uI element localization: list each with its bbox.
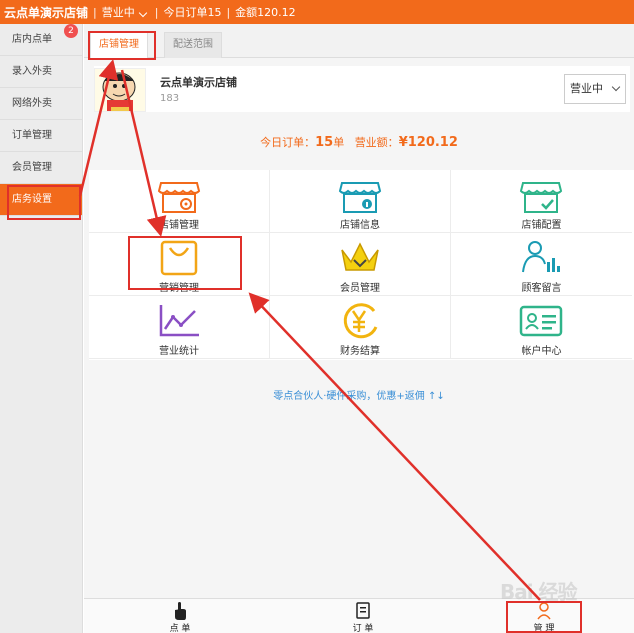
- store-avatar[interactable]: [94, 68, 146, 112]
- menu-store-config[interactable]: 店铺配置: [451, 170, 632, 233]
- menu-label: 营销管理: [159, 283, 199, 294]
- line-chart-icon: [159, 305, 199, 337]
- sidebar-item-label: 店内点单: [12, 34, 52, 45]
- menu-label: 会员管理: [340, 283, 380, 294]
- main-panel: 店铺管理 配送范围 云点单演示店铺 183 营业中 今日订单：15单 营业额：¥…: [84, 24, 634, 599]
- sidebar-item-order-management[interactable]: 订单管理: [0, 120, 82, 152]
- promo-link[interactable]: 零点合伙人·硬件采购，优惠+返佣 ↑↓: [84, 387, 634, 402]
- menu-financial-settlement[interactable]: 财务结算: [270, 296, 451, 359]
- cartoon-avatar-icon: [95, 69, 145, 111]
- top-bar: 云点单演示店铺 | 营业中 | 今日订单15 | 金额120.12: [0, 0, 634, 24]
- menu-member-management[interactable]: 会员管理: [270, 233, 451, 296]
- nav-label: 点 单: [169, 624, 191, 633]
- sidebar-item-label: 录入外卖: [12, 66, 52, 77]
- menu-label: 财务结算: [340, 346, 380, 357]
- sidebar-item-label: 订单管理: [12, 130, 52, 141]
- customer-message-icon: [522, 241, 560, 273]
- daily-summary: 今日订单：15单 营业额：¥120.12: [84, 134, 634, 150]
- sidebar-item-store-settings[interactable]: 店务设置: [0, 184, 82, 216]
- marketing-bag-icon: [160, 240, 198, 276]
- chevron-down-icon: [611, 82, 621, 92]
- notification-badge: 2: [64, 24, 78, 38]
- divider: |: [93, 5, 97, 19]
- crown-icon: [341, 242, 379, 271]
- tab-label: 店铺管理: [99, 39, 139, 50]
- orders-value: 15: [315, 135, 334, 150]
- menu-business-statistics[interactable]: 营业统计: [89, 296, 270, 359]
- business-status-toggle[interactable]: 营业中: [102, 4, 150, 20]
- menu-store-info[interactable]: 店铺信息: [270, 170, 451, 233]
- sidebar: 店内点单 2 录入外卖 网络外卖 订单管理 会员管理 店务设置: [0, 24, 83, 633]
- sidebar-item-member-management[interactable]: 会员管理: [0, 152, 82, 184]
- status-select-value: 营业中: [570, 82, 603, 95]
- menu-account-center[interactable]: 帐户中心: [451, 296, 632, 359]
- watermark: Bai 经验: [500, 580, 578, 604]
- nav-label: 订 单: [352, 624, 374, 633]
- business-status-label: 营业中: [101, 6, 135, 19]
- store-card: 云点单演示店铺 183 营业中: [94, 66, 630, 112]
- menu-store-management[interactable]: 店铺管理: [89, 170, 270, 233]
- menu-label: 店铺配置: [521, 220, 562, 231]
- store-config-icon: [519, 182, 563, 213]
- sidebar-item-enter-takeout[interactable]: 录入外卖: [0, 56, 82, 88]
- store-settings-icon: [157, 182, 201, 213]
- store-info-icon: [338, 182, 382, 213]
- divider: |: [226, 5, 231, 19]
- tab-bar: 店铺管理 配送范围: [84, 24, 634, 58]
- business-status-select[interactable]: 营业中: [564, 74, 626, 104]
- divider: |: [154, 5, 159, 19]
- sales-label: 营业额：: [354, 136, 399, 149]
- sidebar-item-label: 店务设置: [12, 194, 52, 205]
- store-phone: 183: [160, 93, 180, 104]
- id-card-icon: [519, 305, 563, 337]
- nav-label: 管 理: [533, 624, 555, 633]
- order-list-icon: [356, 602, 370, 619]
- tab-label: 配送范围: [173, 39, 213, 50]
- store-title: 云点单演示店铺: [4, 5, 89, 20]
- store-name: 云点单演示店铺: [160, 76, 237, 89]
- today-orders: 今日订单15: [163, 6, 222, 19]
- today-amount: 金额120.12: [235, 6, 296, 19]
- sidebar-item-online-takeout[interactable]: 网络外卖: [0, 88, 82, 120]
- nav-orders[interactable]: 订 单: [333, 599, 393, 633]
- menu-label: 店铺管理: [159, 220, 199, 231]
- orders-unit: 单: [333, 136, 345, 149]
- settings-menu-grid: 店铺管理 店铺信息 店铺配置 营销管理 会员管理 顾客留言 营业统计 财务结算 …: [89, 170, 634, 360]
- menu-label: 营业统计: [159, 346, 199, 357]
- sales-value: ¥120.12: [398, 135, 458, 150]
- sidebar-item-label: 网络外卖: [12, 98, 52, 109]
- tab-delivery-range[interactable]: 配送范围: [164, 32, 222, 58]
- orders-label: 今日订单：: [260, 136, 316, 149]
- menu-label: 帐户中心: [521, 346, 562, 357]
- sidebar-item-dine-in[interactable]: 店内点单 2: [0, 24, 82, 56]
- menu-label: 店铺信息: [340, 220, 380, 231]
- menu-label: 顾客留言: [521, 283, 562, 294]
- chevron-down-icon: [138, 8, 147, 18]
- tab-store-management[interactable]: 店铺管理: [90, 32, 148, 58]
- menu-customer-messages[interactable]: 顾客留言: [451, 233, 632, 296]
- touch-icon: [175, 602, 186, 620]
- yen-coin-icon: [343, 303, 378, 339]
- menu-marketing-management[interactable]: 营销管理: [89, 233, 270, 296]
- sidebar-item-label: 会员管理: [12, 162, 52, 173]
- nav-dine-in[interactable]: 点 单: [150, 599, 210, 633]
